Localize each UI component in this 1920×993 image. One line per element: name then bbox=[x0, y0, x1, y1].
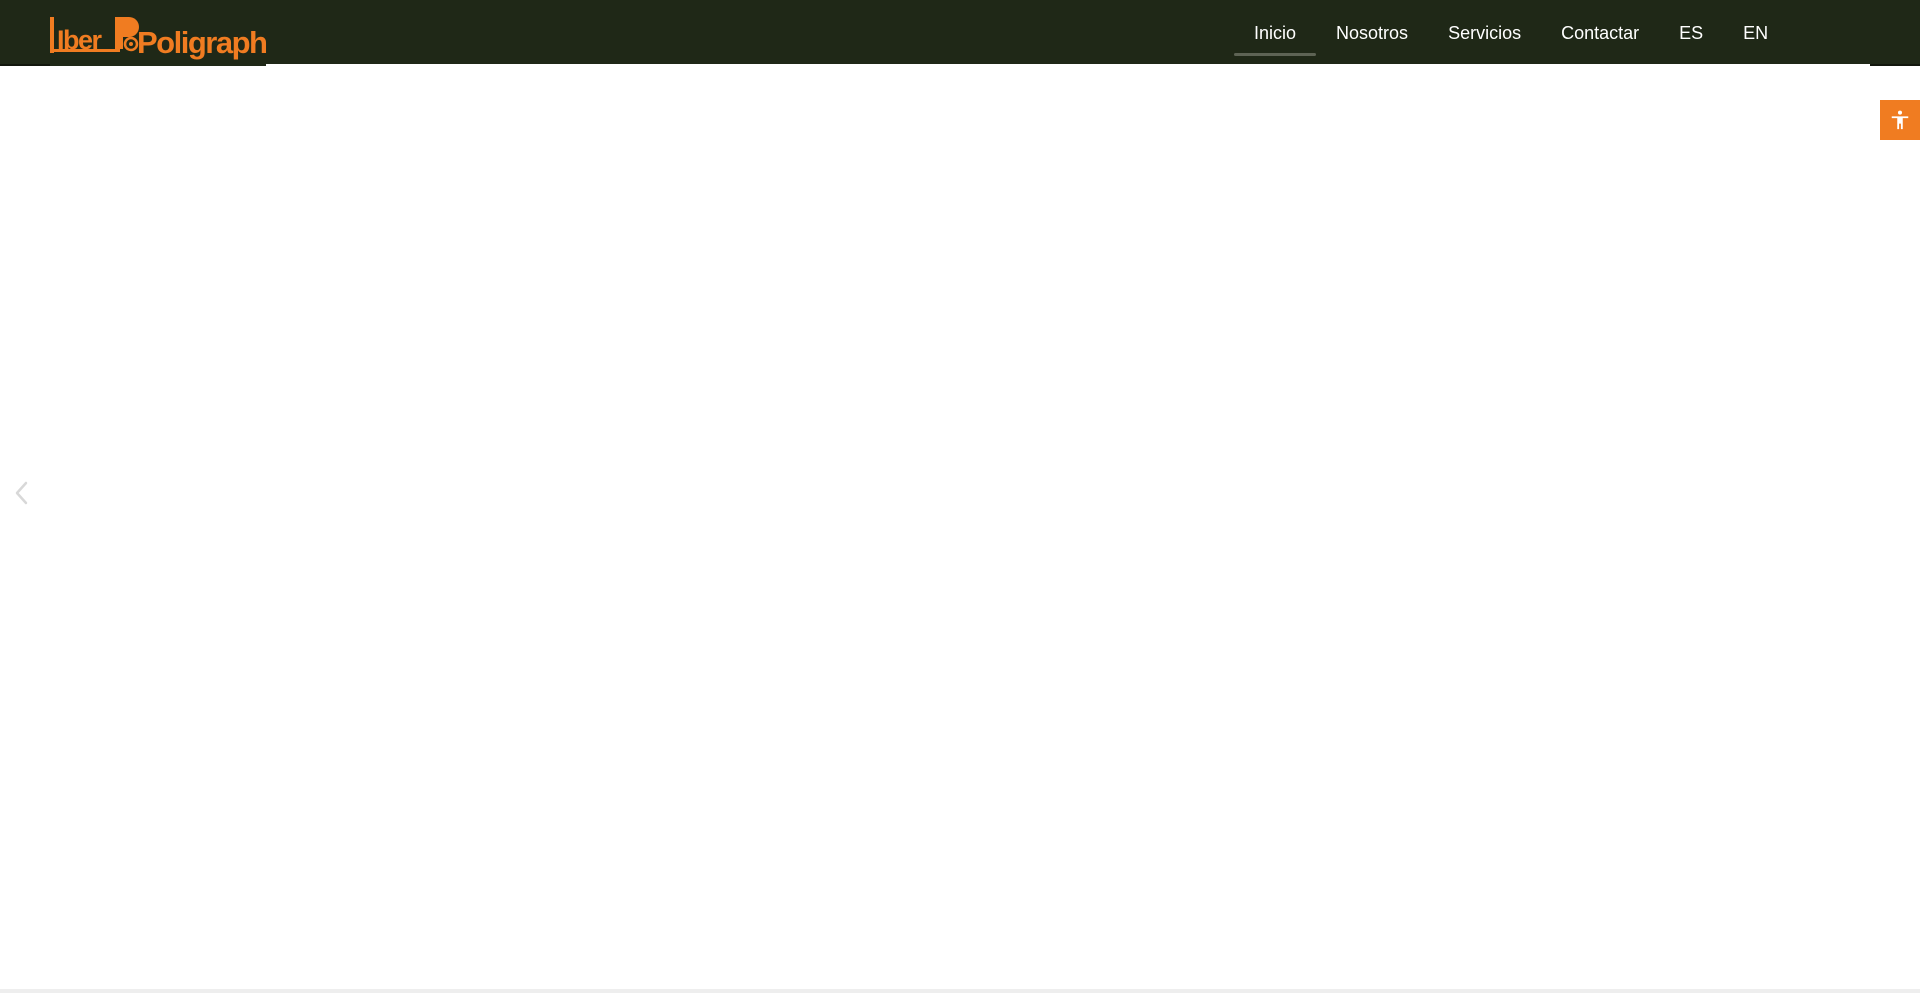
main-nav: Inicio Nosotros Servicios Contactar ES E… bbox=[1234, 0, 1788, 66]
page-bottom-edge bbox=[0, 989, 1920, 993]
nav-item-lang-en[interactable]: EN bbox=[1723, 0, 1788, 66]
nav-item-inicio[interactable]: Inicio bbox=[1234, 0, 1317, 66]
chevron-left-icon bbox=[15, 481, 28, 505]
site-header: Iber Poligraph Inicio Nosotros Servicios… bbox=[0, 0, 1920, 66]
accessibility-icon bbox=[1891, 110, 1909, 130]
nav-item-nosotros[interactable]: Nosotros bbox=[1316, 0, 1428, 66]
header-underline-right bbox=[1870, 64, 1920, 66]
accessibility-button[interactable] bbox=[1880, 100, 1920, 140]
nav-item-lang-es[interactable]: ES bbox=[1659, 0, 1723, 66]
nav-item-contactar[interactable]: Contactar bbox=[1541, 0, 1659, 66]
logo-text-poligraph: Poligraph bbox=[137, 25, 268, 60]
logo-text-iber: Iber bbox=[57, 25, 102, 55]
slider-prev-button[interactable] bbox=[12, 480, 32, 506]
nav-item-servicios[interactable]: Servicios bbox=[1428, 0, 1541, 66]
header-underline-left bbox=[0, 64, 50, 66]
site-logo[interactable]: Iber Poligraph bbox=[49, 15, 268, 59]
